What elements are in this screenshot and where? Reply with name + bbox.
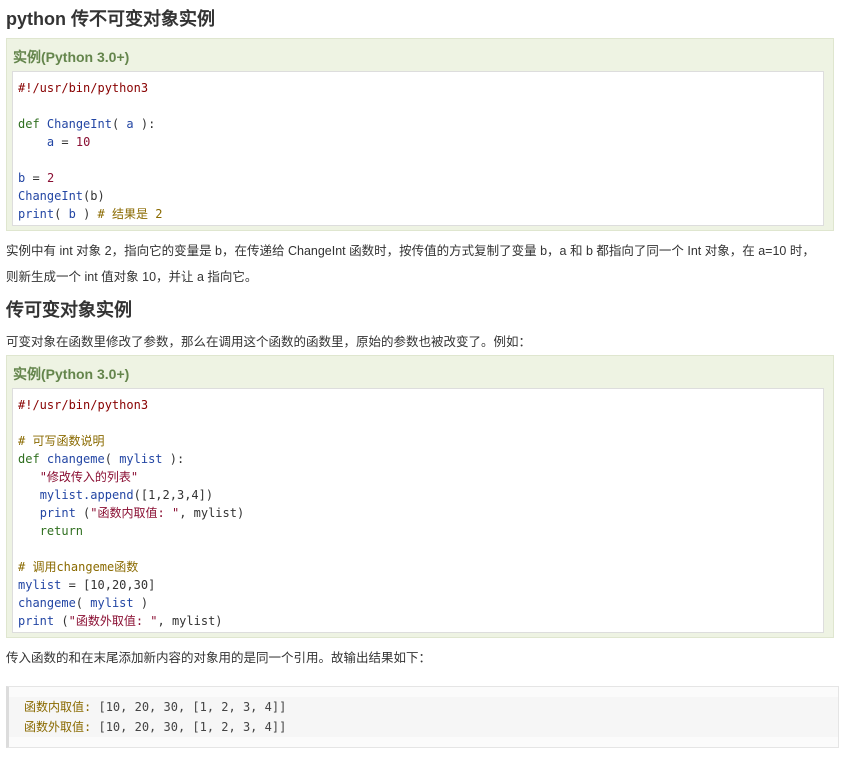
code-list: [10,20,30] bbox=[83, 578, 156, 592]
code-number: 10 bbox=[75, 135, 91, 149]
section-heading-immutable: python 传不可变对象实例 bbox=[6, 9, 215, 29]
code-block-mutable: #!/usr/bin/python3 # 可写函数说明 def changeme… bbox=[12, 388, 824, 633]
code-comment: # 调用changeme函数 bbox=[18, 560, 139, 574]
code-call: changeme bbox=[18, 596, 76, 610]
code-var: b bbox=[68, 207, 76, 221]
example-box-immutable: 实例(Python 3.0+) #!/usr/bin/python3 def C… bbox=[6, 38, 834, 231]
output-block: 函数内取值: [10, 20, 30, [1, 2, 3, 4]] 函数外取值:… bbox=[6, 686, 839, 748]
code-call: ChangeInt bbox=[18, 189, 84, 203]
example-box-mutable: 实例(Python 3.0+) #!/usr/bin/python3 # 可写函… bbox=[6, 355, 834, 638]
code-keyword: return bbox=[39, 524, 84, 538]
code-punct: ) bbox=[83, 207, 91, 221]
code-op: = bbox=[32, 171, 40, 185]
code-call: print bbox=[18, 207, 55, 221]
code-shebang: #!/usr/bin/python3 bbox=[18, 81, 149, 95]
code-args: ([1,2,3,4]) bbox=[133, 488, 214, 502]
explanation-paragraph: 实例中有 int 对象 2，指向它的变量是 b，在传递给 ChangeInt 函… bbox=[6, 244, 815, 284]
code-function-name: ChangeInt bbox=[46, 117, 112, 131]
code-var: mylist bbox=[90, 596, 134, 610]
code-keyword: def bbox=[18, 117, 40, 131]
code-var: b bbox=[18, 171, 26, 185]
code-shebang: #!/usr/bin/python3 bbox=[18, 398, 149, 412]
output-line: 函数内取值: [10, 20, 30, [1, 2, 3, 4]] bbox=[9, 697, 838, 717]
code-comment: # 可写函数说明 bbox=[18, 434, 105, 448]
code-punct: ( bbox=[104, 452, 112, 466]
code-keyword: def bbox=[18, 452, 40, 466]
section-heading-mutable: 传可变对象实例 bbox=[6, 300, 132, 320]
code-args: (b) bbox=[83, 189, 105, 203]
code-punct: ) bbox=[140, 596, 149, 610]
example-title: 实例(Python 3.0+) bbox=[13, 49, 130, 65]
code-string: "函数外取值: " bbox=[68, 614, 158, 628]
code-var: mylist bbox=[18, 578, 62, 592]
code-param: mylist bbox=[119, 452, 163, 466]
code-string: "函数内取值: " bbox=[90, 506, 180, 520]
code-var: a bbox=[46, 135, 55, 149]
code-args: , mylist) bbox=[179, 506, 245, 520]
outro-paragraph: 传入函数的和在末尾添加新内容的对象用的是同一个引用。故输出结果如下： bbox=[6, 651, 432, 665]
intro-paragraph: 可变对象在函数里修改了参数，那么在调用这个函数的函数里，原始的参数也被改变了。例… bbox=[6, 335, 532, 349]
code-block-immutable: #!/usr/bin/python3 def ChangeInt( a ): a… bbox=[12, 71, 824, 226]
code-op: = bbox=[61, 135, 69, 149]
output-label: 函数外取值: bbox=[24, 720, 92, 734]
output-label: 函数内取值: bbox=[24, 700, 92, 714]
code-punct: ( bbox=[75, 596, 84, 610]
code-punct: ( bbox=[54, 207, 62, 221]
code-punct: ( bbox=[111, 117, 120, 131]
code-op: = bbox=[68, 578, 76, 592]
code-args: , mylist) bbox=[157, 614, 223, 628]
output-value: [10, 20, 30, [1, 2, 3, 4]] bbox=[98, 700, 287, 714]
code-punct: ( bbox=[61, 614, 69, 628]
code-call: print bbox=[39, 506, 76, 520]
code-call: print bbox=[18, 614, 55, 628]
code-param: a bbox=[126, 117, 134, 131]
code-comment: # 结果是 2 bbox=[97, 207, 163, 221]
code-var: mylist bbox=[39, 488, 84, 502]
code-function-name: changeme bbox=[46, 452, 105, 466]
code-punct: ): bbox=[140, 117, 156, 131]
output-line: 函数外取值: [10, 20, 30, [1, 2, 3, 4]] bbox=[9, 717, 838, 737]
code-number: 2 bbox=[46, 171, 55, 185]
code-docstring: "修改传入的列表" bbox=[39, 470, 139, 484]
code-method: .append bbox=[83, 488, 134, 502]
example-title: 实例(Python 3.0+) bbox=[13, 366, 130, 382]
code-punct: ): bbox=[169, 452, 185, 466]
output-value: [10, 20, 30, [1, 2, 3, 4]] bbox=[98, 720, 287, 734]
